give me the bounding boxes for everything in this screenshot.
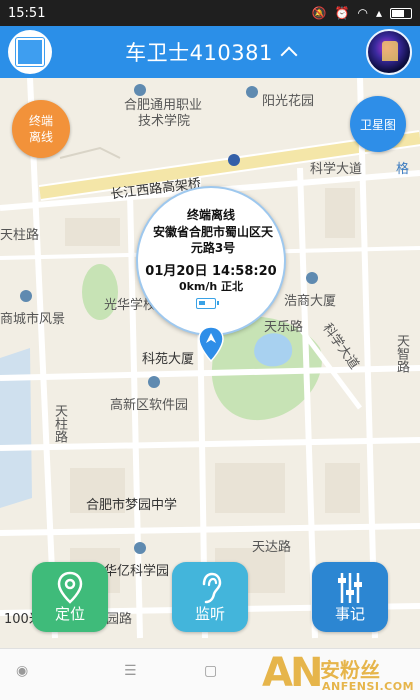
device-title-text: 车卫士410381 (125, 41, 273, 65)
offline-button[interactable]: 终端 离线 (12, 100, 70, 158)
sliders-icon (338, 573, 362, 603)
update-time: 01月20日 14:58:20 (145, 264, 277, 279)
nav-back-icon[interactable]: ◉ (16, 663, 28, 679)
satellite-view-label: 卫星图 (359, 117, 396, 132)
location-icon (57, 571, 83, 604)
device-title[interactable]: 车卫士410381 (125, 37, 298, 67)
map-label: 商城市风景 (0, 312, 66, 327)
poi-icon (228, 154, 240, 166)
listen-button[interactable]: 监听 (172, 562, 248, 632)
signal-icon: ▴ (375, 6, 382, 20)
map-label: 天柱路 (52, 404, 67, 443)
locate-button[interactable]: 定位 (32, 562, 108, 632)
offline-button-label: 终端 离线 (28, 114, 53, 144)
ear-icon (202, 572, 222, 604)
poi-icon (134, 542, 146, 554)
square-icon (16, 38, 44, 66)
record-button[interactable]: 事记 (312, 562, 388, 632)
device-status: 终端离线 (186, 208, 235, 222)
watermark-an: AN (262, 650, 323, 696)
nav-home-icon[interactable]: ▢ (204, 663, 217, 679)
map-label: 科学大道 (310, 162, 363, 177)
listen-label: 监听 (194, 605, 225, 623)
menu-square-button[interactable] (8, 30, 52, 74)
location-pin-icon[interactable] (198, 326, 224, 362)
map-label: 天达路 (252, 540, 292, 555)
poi-icon (246, 86, 258, 98)
mute-icon: 🔕 (311, 6, 327, 20)
avatar[interactable] (366, 29, 412, 75)
map-label: 园路 (106, 612, 133, 627)
status-time: 15:51 (8, 5, 46, 21)
map-label: 华亿科学园 (104, 564, 170, 579)
speed-direction: 0km/h 正北 (178, 280, 244, 293)
poi-icon (306, 272, 318, 284)
map-label: 阳光花园 (262, 94, 315, 109)
wifi-icon: ◠ (357, 6, 368, 20)
status-bar: 15:51 🔕 ⏰ ◠ ▴ (0, 0, 420, 26)
record-label: 事记 (334, 605, 365, 623)
poi-icon (134, 84, 146, 96)
map-label: 格 (396, 162, 410, 177)
map-label: 浩商大厦 (284, 294, 337, 309)
map-label: 天智路 (394, 334, 409, 373)
status-icons: 🔕 ⏰ ◠ ▴ (312, 6, 412, 20)
poi-icon (148, 376, 160, 388)
satellite-view-button[interactable]: 卫星图 (350, 96, 406, 152)
map-label: 科苑大厦 (142, 352, 195, 367)
battery-icon (390, 7, 412, 19)
poi-icon (20, 290, 32, 302)
app-header: 车卫士410381 (0, 26, 420, 78)
watermark-cn: 安粉丝 (320, 658, 380, 682)
nav-menu-icon[interactable]: ☰ (124, 663, 137, 679)
vehicle-info-bubble[interactable]: 终端离线 安徽省合肥市蜀山区天元路3号 01月20日 14:58:20 0km/… (136, 186, 286, 336)
watermark-en: ANFENSI.COM (322, 680, 415, 693)
watermark-logo: AN 安粉丝 ANFENSI.COM (262, 650, 415, 696)
locate-label: 定位 (54, 605, 85, 623)
map-label: 天乐路 (264, 320, 304, 335)
chevron-up-icon (280, 46, 298, 64)
map-label: 合肥市梦园中学 (86, 498, 178, 513)
battery-icon (196, 298, 219, 309)
map-label: 技术学院 (138, 114, 191, 129)
map-label: 高新区软件园 (110, 398, 189, 413)
alarm-icon: ⏰ (334, 6, 350, 20)
address-text: 安徽省合肥市蜀山区天元路3号 (152, 225, 273, 255)
map-label: 天柱路 (0, 228, 40, 243)
